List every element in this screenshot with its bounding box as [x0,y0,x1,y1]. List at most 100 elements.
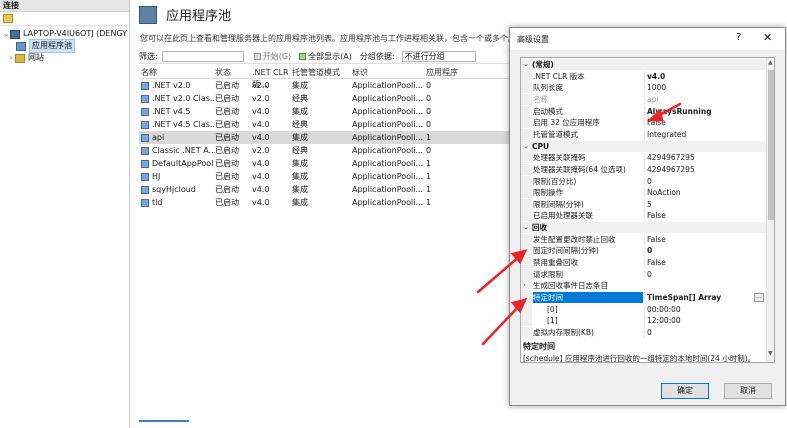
scroll-thumb[interactable] [768,70,774,220]
property-value[interactable]: 1000 [644,82,764,94]
scroll-up-icon[interactable]: ▲ [768,59,773,66]
property-row[interactable]: 虚拟内存限制(KB) 0 [521,326,766,338]
cell-apps: 0 [426,146,432,155]
property-row[interactable]: .NET CLR 版本 v4.0 [521,70,766,82]
property-value[interactable]: 5 [644,198,764,210]
property-value[interactable]: 12:00:00 [644,315,764,327]
help-button[interactable]: ? [736,32,741,43]
collapse-icon[interactable]: ⌄ [523,59,529,70]
start-filter-button[interactable]: 开始(G) [253,51,291,62]
table-row[interactable]: .NET v2.0 Clas... 已启动 v2.0 经典 ApplicationPoo… [139,92,511,105]
property-row[interactable]: 发生配置更改时禁止回收 False [521,233,766,245]
cancel-button[interactable]: 取消 [724,383,772,399]
property-row[interactable]: 启用 32 位应用程序 False [521,117,766,129]
scroll-down-icon[interactable]: ▼ [768,350,773,357]
show-all-button[interactable]: 全部显示(A) [299,51,352,62]
column-header-identity[interactable]: 标识 [352,67,426,78]
table-row[interactable]: DefaultAppPool 已启动 v4.0 集成 ApplicationPooli.… [139,157,511,170]
expand-icon[interactable]: › [7,52,15,64]
property-row[interactable]: › 生成回收事件日志条目 [521,280,766,292]
property-row[interactable]: 禁用重叠回收 False [521,257,766,269]
property-category[interactable]: ⌄ (常规) [521,59,766,70]
property-value[interactable]: False [644,257,764,269]
column-header-apps[interactable]: 应用程序 [426,67,466,78]
property-value[interactable]: 4294967295 [644,163,764,175]
table-row[interactable]: api 已启动 v4.0 集成 ApplicationPooli... 1 [139,131,511,144]
column-header-state[interactable]: 状态 [215,67,252,78]
column-header-clr[interactable]: .NET CLR 版... [252,67,292,89]
property-value[interactable]: TimeSpan[] Array [644,292,764,303]
collapse-icon[interactable]: ⌄ [2,28,10,40]
property-value[interactable]: 0 [644,268,764,280]
property-name: 处理器关联掩码 [533,153,586,163]
table-row[interactable]: .NET v2.0 已启动 v2.0 集成 ApplicationPooli... 0 [139,79,511,92]
table-row[interactable]: .NET v4.5 Clas... 已启动 v4.0 经典 ApplicationPoo… [139,118,511,131]
property-value[interactable]: 0 [644,245,764,257]
property-grid-scrollbar[interactable]: ▲ ▼ [766,58,774,362]
filter-input[interactable] [161,51,244,62]
property-gutter [521,175,532,187]
property-value[interactable]: AlwaysRunning [644,105,764,117]
tree-item-sites[interactable]: › 网站 [10,52,44,64]
cell-name-text: .NET v2.0 [152,81,191,90]
show-all-icon [299,53,307,60]
property-gutter [521,303,532,315]
property-value[interactable]: api [644,93,764,105]
property-row[interactable]: 已启用处理器关联 False [521,210,766,222]
property-row[interactable]: 处理器关联掩码(64 位选项) 4294967295 [521,163,766,175]
property-value[interactable]: v4.0 [644,70,764,82]
cell-identity: ApplicationPooli... [352,146,424,155]
property-row[interactable]: 请求限制 0 [521,268,766,280]
collapse-icon[interactable]: ⌄ [523,141,529,152]
property-row[interactable]: [1] 12:00:00 [521,315,766,327]
property-name: 处理器关联掩码(64 位选项) [533,164,626,174]
column-header-name[interactable]: 名称 [139,67,215,78]
property-value[interactable]: Integrated [644,128,764,140]
cell-mode: 集成 [292,198,308,207]
expand-icon[interactable]: › [523,280,526,291]
cell-name-text: tld [152,198,163,207]
property-row[interactable]: 固定时间间隔(分钟) 0 [521,245,766,257]
app-pool-icon [141,133,149,142]
property-row[interactable]: 托管管道模式 Integrated [521,128,766,140]
table-row[interactable]: .NET v4.5 已启动 v4.0 集成 ApplicationPooli... 0 [139,105,511,118]
property-name: 发生配置更改时禁止回收 [533,234,616,244]
property-value[interactable]: NoAction [644,187,764,199]
property-value[interactable]: False [644,210,764,222]
property-value[interactable]: 0 [644,175,764,187]
close-button[interactable]: ✕ [763,31,772,44]
app-pool-icon [139,5,157,24]
property-value[interactable]: False [644,117,764,129]
table-row[interactable]: sqyHjcloud 已启动 v4.0 集成 ApplicationPooli... 1 [139,183,511,196]
property-category[interactable]: ⌄ CPU [521,140,766,152]
property-category[interactable]: ⌄ 回收 [521,222,766,234]
collapse-icon[interactable]: ⌄ [523,222,529,233]
table-row[interactable]: HJ 已启动 v4.0 集成 ApplicationPooli... 1 [139,170,511,183]
property-row[interactable]: 启动模式 AlwaysRunning [521,105,766,117]
group-by-select[interactable]: 不进行分组 [401,51,476,62]
property-row[interactable]: [0] 00:00:00 [521,303,766,315]
column-header-mode[interactable]: 托管管道模式 [292,67,352,78]
features-view-tab[interactable] [139,420,189,428]
table-row[interactable]: tld 已启动 v4.0 集成 ApplicationPooli... 1 [139,196,511,209]
cell-clr: v2.0 [252,94,270,103]
property-row[interactable]: 限制间隔(分钟) 5 [521,198,766,210]
property-value[interactable]: 0 [644,326,764,338]
cell-apps: 1 [426,185,432,194]
property-row[interactable]: ⌄ 特定时间 TimeSpan[] Array... [521,292,766,303]
property-row[interactable]: 队列长度 1000 [521,82,766,94]
ellipsis-button[interactable]: ... [754,293,764,302]
property-value[interactable]: 00:00:00 [644,303,764,315]
ok-button[interactable]: 确定 [661,383,709,399]
property-row[interactable]: 限制(百分比) 0 [521,175,766,187]
property-row[interactable]: 处理器关联掩码 4294967295 [521,152,766,164]
property-row[interactable]: 名称 api [521,93,766,105]
property-value[interactable]: 4294967295 [644,152,764,164]
table-row[interactable]: Classic .NET A... 已启动 v2.0 经典 ApplicationPoo… [139,144,511,157]
tree-item-app-pools[interactable]: 应用程序池 [16,39,75,53]
property-row[interactable]: 限制操作 NoAction [521,187,766,199]
collapse-icon[interactable]: ⌄ [523,292,529,303]
property-gutter [521,233,532,245]
folder-icon[interactable] [3,14,13,23]
property-value[interactable]: False [644,233,764,245]
